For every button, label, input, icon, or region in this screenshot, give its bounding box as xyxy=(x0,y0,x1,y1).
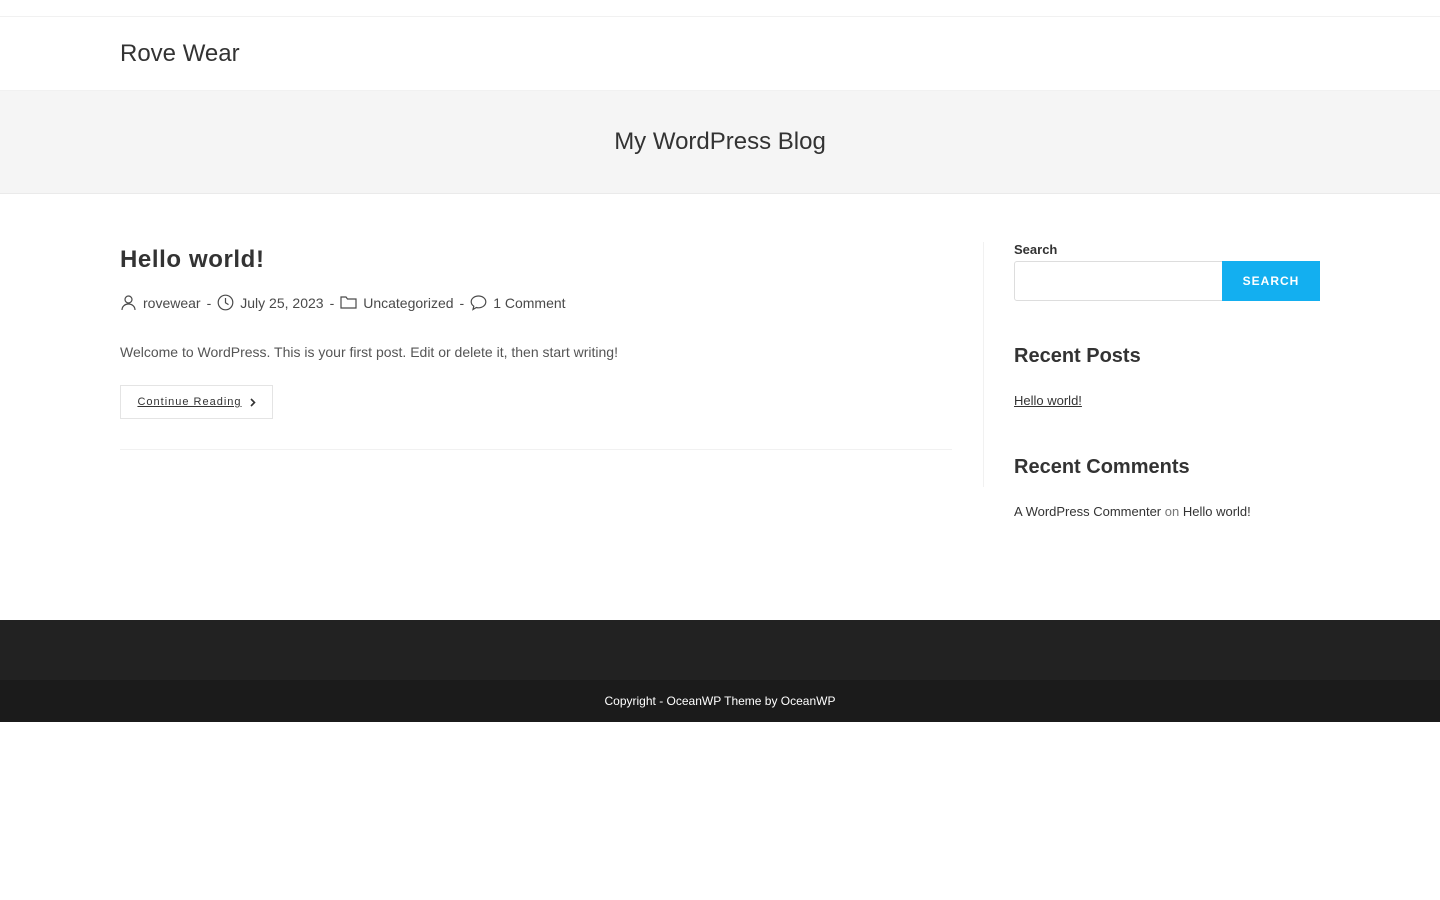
sidebar-divider xyxy=(983,242,984,487)
continue-reading-button[interactable]: Continue Reading xyxy=(120,385,273,419)
search-button[interactable]: SEARCH xyxy=(1222,261,1320,301)
recent-comments-title: Recent Comments xyxy=(1014,456,1190,478)
meta-separator: - xyxy=(459,294,465,311)
category-link[interactable]: Uncategorized xyxy=(363,295,453,311)
recent-post-link[interactable]: Hello world! xyxy=(1014,393,1082,408)
author-link[interactable]: rovewear xyxy=(143,295,201,311)
content-wrap: Hello world! rovewear - July 25, 2023 - xyxy=(120,194,1320,620)
site-header: Rove Wear xyxy=(0,17,1440,91)
page-title: My WordPress Blog xyxy=(614,128,826,155)
continue-reading-label: Continue Reading xyxy=(137,396,242,408)
site-title-link[interactable]: Rove Wear xyxy=(120,40,240,67)
recent-posts-title: Recent Posts xyxy=(1014,345,1141,367)
chevron-right-icon xyxy=(249,397,256,407)
comment-post-link[interactable]: Hello world! xyxy=(1183,504,1251,519)
recent-comment-item: A WordPress Commenter on Hello world! xyxy=(1014,504,1251,519)
post-date: July 25, 2023 xyxy=(240,294,324,311)
comment-icon xyxy=(470,294,487,311)
meta-date: July 25, 2023 xyxy=(217,294,324,311)
folder-icon xyxy=(340,294,357,311)
meta-author: rovewear xyxy=(120,294,201,311)
footer-widgets xyxy=(0,620,1440,680)
clock-icon xyxy=(217,294,234,311)
page-header: My WordPress Blog xyxy=(0,91,1440,194)
meta-separator: - xyxy=(329,294,335,311)
post-meta: rovewear - July 25, 2023 - Uncategorized xyxy=(120,294,566,311)
post-excerpt: Welcome to WordPress. This is your first… xyxy=(120,344,618,360)
comment-on-text: on xyxy=(1164,504,1180,519)
meta-separator: - xyxy=(206,294,212,311)
post-divider xyxy=(120,449,952,450)
user-icon xyxy=(120,294,137,311)
top-bar xyxy=(0,0,1440,17)
comment-author-link[interactable]: A WordPress Commenter xyxy=(1014,504,1161,519)
post-title-link[interactable]: Hello world! xyxy=(120,246,265,274)
footer-bottom: Copyright - OceanWP Theme by OceanWP xyxy=(0,680,1440,722)
comments-link[interactable]: 1 Comment xyxy=(493,295,565,311)
search-label: Search xyxy=(1014,242,1058,257)
meta-category: Uncategorized xyxy=(340,294,454,311)
copyright-text: Copyright - OceanWP Theme by OceanWP xyxy=(604,694,836,708)
meta-comments: 1 Comment xyxy=(470,294,566,311)
header-inner: Rove Wear xyxy=(120,40,1320,68)
search-input[interactable] xyxy=(1014,261,1223,301)
